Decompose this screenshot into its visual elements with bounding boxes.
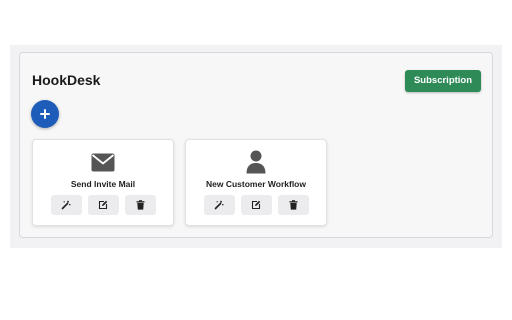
subscription-button[interactable]: Subscription (405, 70, 481, 92)
add-workflow-button[interactable] (31, 100, 59, 128)
magic-wand-icon (214, 200, 224, 210)
workflow-card: New Customer Workflow (185, 139, 327, 226)
person-icon (186, 150, 326, 174)
magic-wand-button[interactable] (50, 195, 82, 215)
trash-icon (289, 200, 297, 210)
magic-wand-button[interactable] (203, 195, 235, 215)
app-title: HookDesk (32, 72, 101, 88)
workflow-actions (33, 195, 173, 215)
workflow-title: Send Invite Mail (70, 179, 136, 189)
edit-button[interactable] (87, 195, 119, 215)
delete-button[interactable] (277, 195, 309, 215)
edit-icon (251, 200, 261, 210)
trash-icon (136, 200, 144, 210)
workflow-actions (186, 195, 326, 215)
delete-button[interactable] (124, 195, 156, 215)
edit-icon (98, 200, 108, 210)
plus-icon (40, 109, 50, 119)
edit-button[interactable] (240, 195, 272, 215)
workflow-card: Send Invite Mail (32, 139, 174, 226)
workflow-title: New Customer Workflow (206, 179, 306, 189)
magic-wand-icon (61, 200, 71, 210)
envelope-icon (33, 151, 173, 173)
